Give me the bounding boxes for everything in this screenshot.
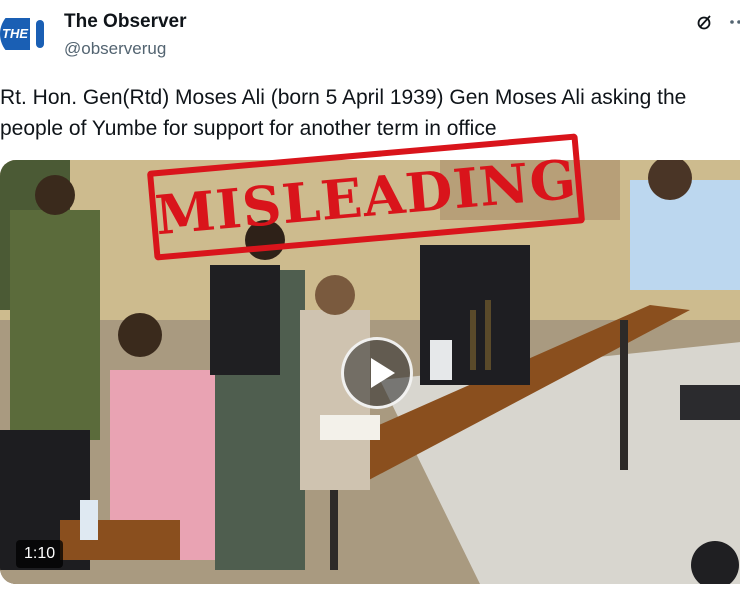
play-button[interactable] xyxy=(341,337,413,409)
avatar[interactable]: THE xyxy=(0,8,52,60)
more-icon[interactable] xyxy=(728,12,740,32)
tweet-text-line-2: people of Yumbe for support for another … xyxy=(0,117,497,140)
observer-logo: THE xyxy=(0,18,30,50)
account-display-name[interactable]: The Observer xyxy=(64,11,187,33)
grok-icon[interactable] xyxy=(695,12,715,32)
tweet-text-line-1: Rt. Hon. Gen(Rtd) Moses Ali (born 5 Apri… xyxy=(0,86,687,109)
video-duration-badge: 1:10 xyxy=(16,540,64,568)
play-icon xyxy=(371,358,395,388)
account-handle[interactable]: @observerug xyxy=(64,39,166,59)
tweet-text: Rt. Hon. Gen(Rtd) Moses Ali (born 5 Apri… xyxy=(0,82,740,144)
logo-bar-decoration xyxy=(36,20,44,48)
